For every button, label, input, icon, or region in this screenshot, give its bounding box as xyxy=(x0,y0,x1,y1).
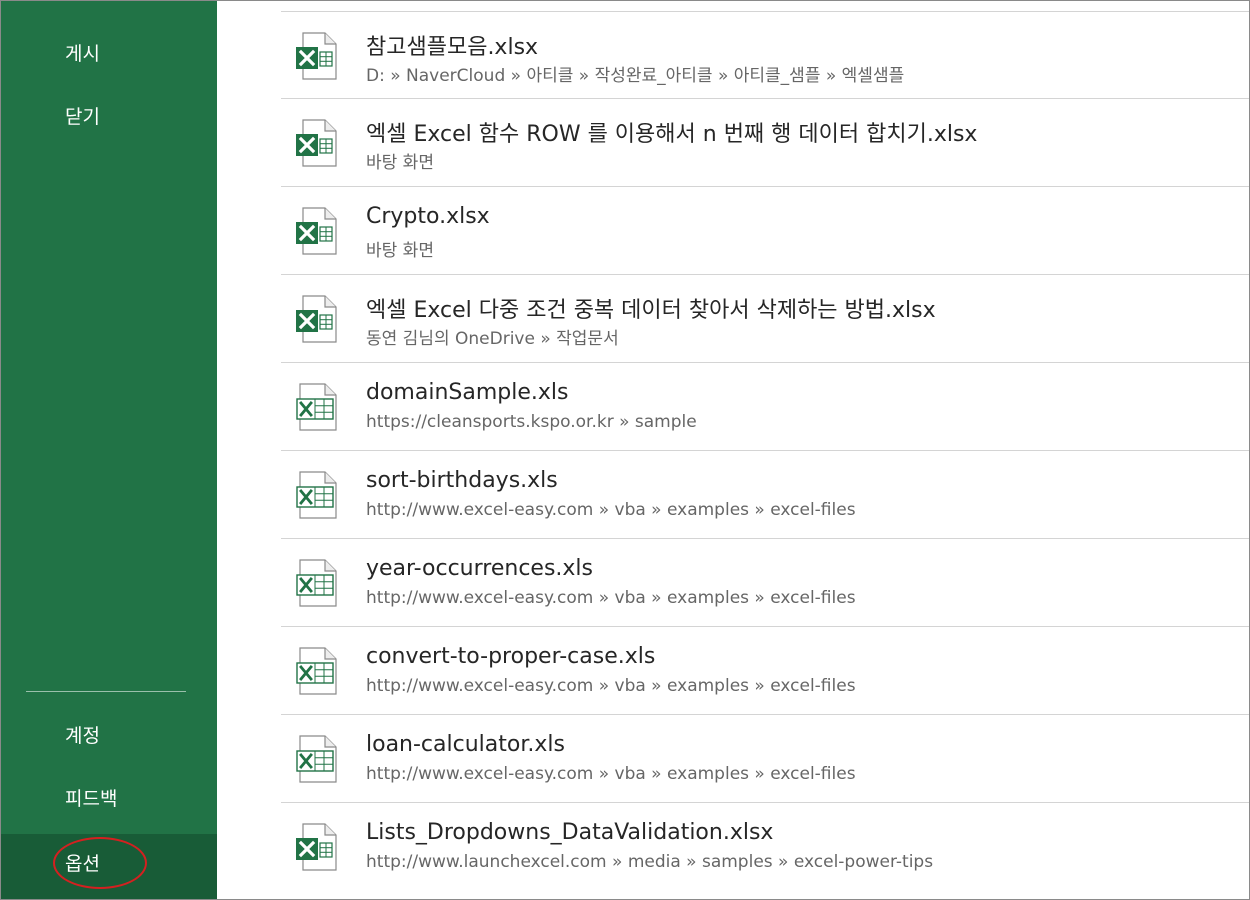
file-name: loan-calculator.xls xyxy=(366,732,565,757)
file-path: http://www.excel-easy.com » vba » exampl… xyxy=(366,500,856,520)
recent-file-item[interactable]: Crypto.xlsx 바탕 화면 xyxy=(281,187,1249,275)
file-name: year-occurrences.xls xyxy=(366,556,593,581)
file-path: D: » NaverCloud » 아티클 » 작성완료_아티클 » 아티클_샘… xyxy=(366,66,905,86)
recent-file-item[interactable]: 엑셀 Excel 다중 조건 중복 데이터 찾아서 삭제하는 방법.xlsx 동연… xyxy=(281,275,1249,363)
excel-xlsx-icon xyxy=(295,119,337,167)
nav-item-account[interactable]: 계정 xyxy=(1,708,217,764)
excel-xlsx-icon xyxy=(295,823,337,871)
nav-item-close[interactable]: 닫기 xyxy=(1,89,217,145)
excel-xls-icon xyxy=(295,559,337,607)
excel-xls-icon xyxy=(295,647,337,695)
file-name: domainSample.xls xyxy=(366,380,569,405)
nav-item-label: 닫기 xyxy=(65,106,100,128)
sidebar-divider xyxy=(26,691,186,692)
excel-backstage-window: 게시 닫기 계정 피드백 옵션 참고샘플모음.xlsx D: » NaverClo… xyxy=(0,0,1250,900)
recent-file-list: 참고샘플모음.xlsx D: » NaverCloud » 아티클 » 작성완료_… xyxy=(281,11,1249,891)
nav-item-publish[interactable]: 게시 xyxy=(1,26,217,82)
recent-file-item[interactable]: loan-calculator.xls http://www.excel-easy… xyxy=(281,715,1249,803)
excel-xls-icon xyxy=(295,735,337,783)
nav-item-label: 피드백 xyxy=(65,788,118,810)
nav-item-label: 게시 xyxy=(65,43,100,65)
file-path: http://www.launchexcel.com » media » sam… xyxy=(366,852,934,872)
file-name: sort-birthdays.xls xyxy=(366,468,558,493)
recent-file-item[interactable]: sort-birthdays.xls http://www.excel-easy.… xyxy=(281,451,1249,539)
excel-xlsx-icon xyxy=(295,207,337,255)
file-path: 바탕 화면 xyxy=(366,153,434,173)
file-path: http://www.excel-easy.com » vba » exampl… xyxy=(366,676,856,696)
recent-file-item[interactable]: 참고샘플모음.xlsx D: » NaverCloud » 아티클 » 작성완료_… xyxy=(281,11,1249,99)
excel-xls-icon xyxy=(295,471,337,519)
file-name: Crypto.xlsx xyxy=(366,204,490,229)
recent-file-item[interactable]: convert-to-proper-case.xls http://www.exc… xyxy=(281,627,1249,715)
recent-file-item[interactable]: 엑셀 Excel 함수 ROW 를 이용해서 n 번째 행 데이터 합치기.xl… xyxy=(281,99,1249,187)
file-name: 참고샘플모음.xlsx xyxy=(366,35,539,60)
file-name: 엑셀 Excel 다중 조건 중복 데이터 찾아서 삭제하는 방법.xlsx xyxy=(366,298,936,323)
excel-xls-icon xyxy=(295,383,337,431)
recent-file-item[interactable]: domainSample.xls https://cleansports.kspo… xyxy=(281,363,1249,451)
backstage-sidebar: 게시 닫기 계정 피드백 옵션 xyxy=(1,1,217,899)
file-path: http://www.excel-easy.com » vba » exampl… xyxy=(366,764,856,784)
nav-item-options[interactable]: 옵션 xyxy=(1,834,217,899)
file-path: 동연 김님의 OneDrive » 작업문서 xyxy=(366,329,619,349)
file-path: 바탕 화면 xyxy=(366,241,434,261)
file-path: https://cleansports.kspo.or.kr » sample xyxy=(366,412,697,432)
recent-file-item[interactable]: year-occurrences.xls http://www.excel-eas… xyxy=(281,539,1249,627)
excel-xlsx-icon xyxy=(295,32,337,80)
nav-item-label: 옵션 xyxy=(65,853,100,875)
file-name: Lists_Dropdowns_DataValidation.xlsx xyxy=(366,820,774,845)
nav-item-label: 계정 xyxy=(65,725,100,747)
recent-file-item[interactable]: Lists_Dropdowns_DataValidation.xlsx http:… xyxy=(281,803,1249,891)
file-name: 엑셀 Excel 함수 ROW 를 이용해서 n 번째 행 데이터 합치기.xl… xyxy=(366,122,978,147)
file-name: convert-to-proper-case.xls xyxy=(366,644,656,669)
file-path: http://www.excel-easy.com » vba » exampl… xyxy=(366,588,856,608)
nav-item-feedback[interactable]: 피드백 xyxy=(1,771,217,827)
recent-files-panel: 참고샘플모음.xlsx D: » NaverCloud » 아티클 » 작성완료_… xyxy=(217,1,1249,899)
excel-xlsx-icon xyxy=(295,295,337,343)
